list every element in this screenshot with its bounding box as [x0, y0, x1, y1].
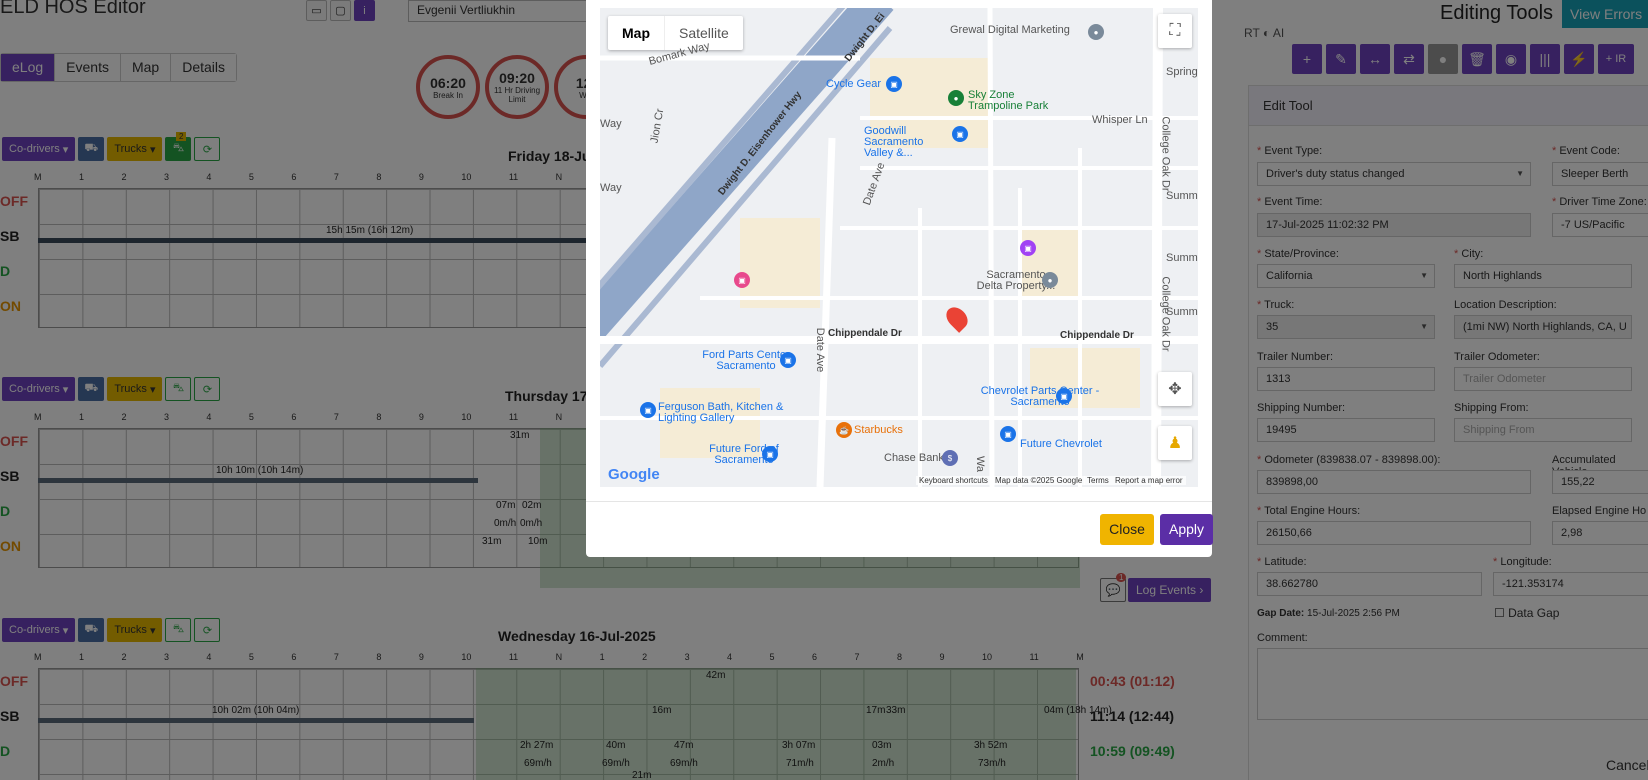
map-type-control: Map Satellite: [608, 16, 743, 50]
road-label: Date Ave: [814, 327, 827, 373]
store-icon: ▣: [734, 272, 750, 288]
modal-footer: [586, 501, 1212, 502]
shop-icon: ▣: [640, 402, 656, 418]
road-label: Way: [600, 118, 622, 130]
shop-icon: ▣: [762, 446, 778, 462]
map-label: Summ: [1166, 190, 1198, 202]
road-label: College Oak Dr: [1159, 276, 1172, 352]
map-label: Sky Zone Trampoline Park: [968, 89, 1049, 112]
report-map-error-link[interactable]: Report a map error: [1112, 476, 1186, 485]
road-label: Chippendale Dr: [828, 328, 902, 339]
shop-icon: ▣: [780, 352, 796, 368]
road-label: Way: [600, 182, 622, 194]
apply-button[interactable]: Apply: [1160, 514, 1213, 545]
map-label: Starbucks: [854, 424, 903, 436]
place-icon: ●: [1042, 272, 1058, 288]
map-label: Chase Bank: [884, 452, 944, 464]
park-icon: ●: [948, 90, 964, 106]
shop-icon: ▣: [1000, 426, 1016, 442]
map-label: Goodwill Sacramento Valley &...: [864, 125, 924, 159]
map-modal: Map Satellite ⛶ ✥ ♟ Grewal Digital Marke…: [586, 0, 1213, 557]
shop-icon: ▣: [886, 76, 902, 92]
road-label: Wa: [974, 455, 987, 473]
map-label: Ferguson Bath, Kitchen & Lighting Galler…: [658, 401, 784, 424]
road-label: College Oak Dr: [1159, 116, 1172, 192]
map-label: Grewal Digital Marketing: [950, 24, 1070, 36]
bank-icon: $: [942, 450, 958, 466]
map-label: Cycle Gear: [826, 78, 882, 90]
map-data-attribution: Map data ©2025 Google: [992, 476, 1086, 485]
terms-link[interactable]: Terms: [1084, 476, 1112, 485]
map-label: Summ: [1166, 252, 1198, 264]
google-logo: Google: [608, 466, 660, 483]
fullscreen-icon[interactable]: ⛶: [1158, 14, 1192, 48]
map-label: Whisper Ln: [1092, 114, 1148, 126]
keyboard-shortcuts-link[interactable]: Keyboard shortcuts: [916, 476, 991, 485]
place-icon: ●: [1088, 24, 1104, 40]
shop-icon: ▣: [1056, 388, 1072, 404]
location-map[interactable]: Map Satellite ⛶ ✥ ♟ Grewal Digital Marke…: [600, 8, 1198, 487]
map-label: Future Chevrolet: [1020, 438, 1102, 450]
service-icon: ▣: [1020, 240, 1036, 256]
shop-icon: ▣: [952, 126, 968, 142]
map-label: Chevrolet Parts Center - Sacramento: [980, 385, 1100, 408]
camera-control-icon[interactable]: ✥: [1158, 372, 1192, 406]
cafe-icon: ☕: [836, 422, 852, 438]
close-button[interactable]: Close: [1100, 514, 1154, 545]
map-type-map[interactable]: Map: [608, 16, 665, 50]
map-label: Spring: [1166, 66, 1198, 78]
road-label: Chippendale Dr: [1060, 330, 1134, 341]
pegman-icon[interactable]: ♟: [1158, 426, 1192, 460]
